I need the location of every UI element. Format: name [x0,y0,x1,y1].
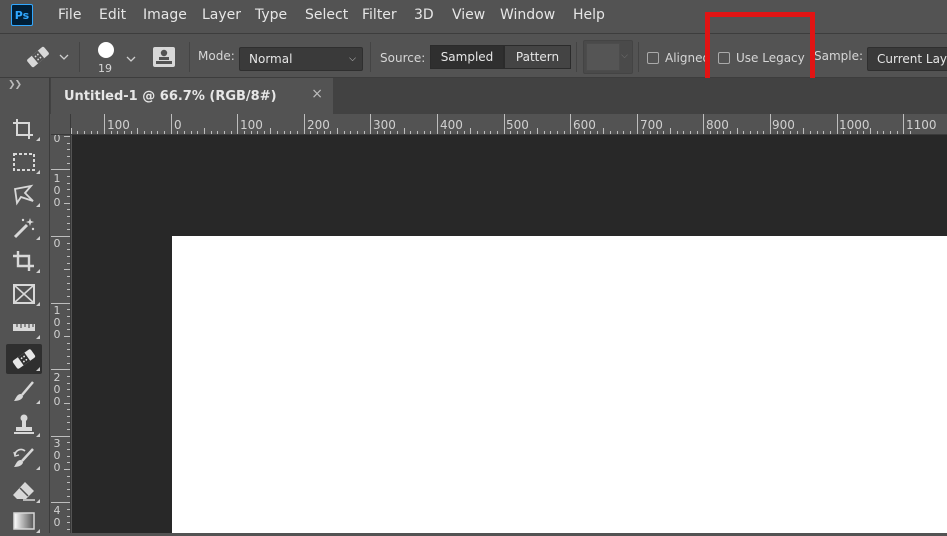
chevron-down-icon: ⌵ [621,51,628,61]
sample-dropdown[interactable]: Current Layer [867,47,947,71]
menu-layer[interactable]: Layer [202,7,241,23]
menu-filter[interactable]: Filter [362,7,397,23]
crop-tool-icon [13,251,34,271]
marquee-tool[interactable] [6,147,42,177]
source-pattern-label: Pattern [515,50,560,64]
clone-stamp-tool-icon [14,414,34,434]
menu-image[interactable]: Image [143,7,187,23]
artboard-tool-icon [13,119,33,139]
artboard-tool[interactable] [6,114,42,144]
ruler-label: 40 [53,504,61,529]
tool-preset-picker[interactable] [24,44,70,70]
separator [638,42,639,72]
magic-wand-tool[interactable] [6,213,42,243]
separator [370,42,371,72]
close-icon[interactable]: × [311,86,323,102]
ruler-label: 1000 [839,118,870,132]
separator [79,42,80,72]
healing-brush-tool-icon [12,349,36,369]
menu-file[interactable]: File [58,7,81,23]
ruler-label: 100 [240,118,263,132]
ruler-label: 200 [307,118,330,132]
rectangular-marquee-tool-icon [13,153,35,171]
sample-value: Current Layer [877,52,947,66]
frame-tool[interactable] [6,279,42,309]
spot-healing-brush-icon [27,46,69,68]
mode-value: Normal [249,52,293,66]
lasso-tool-icon [13,184,34,206]
separator [189,42,190,72]
menu-window[interactable]: Window [500,7,555,23]
clone-stamp-tool[interactable] [6,410,42,440]
ruler-label: 200 [53,371,61,408]
ruler-label: 0 [53,237,61,250]
menu-view[interactable]: View [452,7,485,23]
ruler-tool[interactable] [6,312,42,342]
highlight-box [705,12,815,88]
brush-tool[interactable] [6,377,42,407]
magic-wand-tool-icon [13,218,35,239]
vertical-ruler[interactable]: 0 100 0 100 200 300 40 [51,135,71,533]
history-brush-tool[interactable] [6,443,42,473]
brush-size: 19 [98,62,112,75]
gradient-tool-icon [13,512,35,530]
brush-settings-icon [153,47,175,67]
brush-tool-icon [14,381,34,401]
brush-settings-button[interactable] [152,46,176,68]
history-brush-tool-icon [13,448,34,467]
menu-edit[interactable]: Edit [99,7,126,23]
separator [576,42,577,72]
pattern-swatch [586,43,620,71]
mode-label: Mode: [198,49,235,63]
ruler-tool-icon [13,324,35,331]
ruler-label: 0 [53,135,61,145]
crop-tool[interactable] [6,246,42,276]
eraser-tool-icon [13,482,35,501]
ruler-label: 400 [440,118,463,132]
ruler-label: 100 [107,118,130,132]
menu-select[interactable]: Select [305,7,348,23]
aligned-checkbox[interactable] [647,52,659,64]
ruler-origin[interactable] [51,114,71,135]
aligned-label: Aligned [665,51,711,65]
horizontal-ruler[interactable]: 100 0 100 200 300 400 500 600 700 800 90… [71,114,947,135]
lasso-tool[interactable] [6,180,42,210]
eraser-tool[interactable] [6,476,42,506]
mode-dropdown[interactable]: Normal ⌵ [239,47,363,71]
ruler-label: 100 [53,172,61,209]
pattern-picker[interactable]: ⌵ [583,40,633,74]
ruler-label: 300 [373,118,396,132]
document-tab-title: Untitled-1 @ 66.7% (RGB/8#) [64,88,277,104]
ruler-label: 300 [53,437,61,474]
ruler-label: 700 [640,118,663,132]
sample-label: Sample: [814,49,864,63]
source-label: Source: [380,51,426,65]
menu-type[interactable]: Type [255,7,287,23]
ruler-label: 900 [772,118,795,132]
ruler-label: 800 [706,118,729,132]
ruler-label: 600 [573,118,596,132]
gradient-tool[interactable] [6,506,42,536]
ruler-label: 500 [506,118,529,132]
healing-brush-tool[interactable] [6,344,42,374]
tools-panel: ❯❯ [0,78,50,533]
source-sampled-label: Sampled [440,50,494,64]
menu-3d[interactable]: 3D [414,7,434,23]
document-canvas[interactable] [172,236,947,533]
ruler-label: 0 [174,118,182,132]
chevron-down-icon: ⌵ [349,54,356,64]
document-tab-bar: Untitled-1 @ 66.7% (RGB/8#) × [50,78,947,114]
source-pattern-button[interactable]: Pattern [504,45,571,69]
menu-help[interactable]: Help [573,7,605,23]
ruler-label: 1100 [906,118,937,132]
ruler-label: 100 [53,304,61,341]
frame-tool-icon [13,284,35,304]
photoshop-logo-icon[interactable]: Ps [11,4,33,26]
source-sampled-button[interactable]: Sampled [430,45,504,69]
panel-collapse-icon[interactable]: ❯❯ [8,80,22,90]
document-tab[interactable]: Untitled-1 @ 66.7% (RGB/8#) × [51,78,333,114]
